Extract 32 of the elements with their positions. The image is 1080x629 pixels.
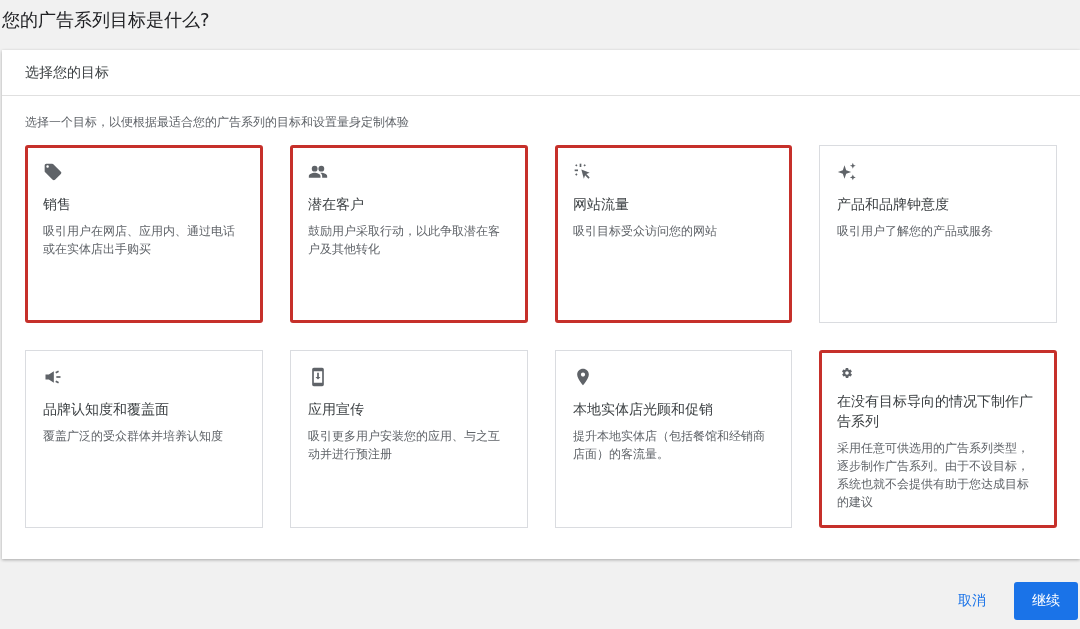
goal-card[interactable]: 在没有目标导向的情况下制作广告系列 采用任意可供选用的广告系列类型，逐步制作广告系列。由于不设目标，系统也就不会提供有助于您达成目标的建议 [819, 350, 1057, 528]
goal-card[interactable]: 潜在客户 鼓励用户采取行动，以此争取潜在客户及其他转化 [289, 145, 528, 323]
goal-title: 在没有目标导向的情况下制作广告系列 [837, 392, 1035, 431]
cancel-button[interactable]: 取消 [954, 584, 990, 618]
goal-card[interactable]: 本地实体店光顾和促销 提升本地实体店（包括餐馆和经销商店面）的客流量。 [554, 350, 793, 528]
tag-icon [43, 162, 63, 182]
goal-description: 采用任意可供选用的广告系列类型，逐步制作广告系列。由于不设目标，系统也就不会提供有助于您达成目标的建议 [837, 440, 1031, 511]
page-title: 您的广告系列目标是什么? [1, 8, 211, 32]
intro-text: 选择一个目标，以便根据最适合您的广告系列的目标和设置量身定制体验 [25, 114, 410, 131]
goal-card[interactable]: 品牌认知度和覆盖面 覆盖广泛的受众群体并培养认知度 [25, 350, 263, 528]
continue-button[interactable]: 继续 [1014, 582, 1078, 620]
goal-title: 销售 [43, 195, 71, 214]
goal-card[interactable]: 销售 吸引用户在网店、应用内、通过电话或在实体店出手购买 [25, 145, 263, 323]
goal-card[interactable]: 产品和品牌钟意度 吸引用户了解您的产品或服务 [819, 145, 1057, 323]
goal-description: 吸引用户了解您的产品或服务 [837, 223, 994, 240]
cursor-icon [572, 162, 593, 182]
goal-title: 本地实体店光顾和促销 [572, 400, 713, 419]
goal-description: 鼓励用户采取行动，以此争取潜在客户及其他转化 [307, 223, 501, 258]
goal-title: 潜在客户 [307, 195, 364, 214]
sparkles-icon [837, 162, 858, 182]
goal-description: 覆盖广泛的受众群体并培养认知度 [43, 428, 223, 445]
goal-title: 品牌认知度和覆盖面 [43, 400, 169, 419]
goal-description: 提升本地实体店（包括餐馆和经销商店面）的客流量。 [572, 428, 766, 463]
goal-card[interactable]: 应用宣传 吸引更多用户安装您的应用、与之互动并进行预注册 [289, 350, 528, 528]
goal-title: 应用宣传 [307, 400, 364, 419]
goal-description: 吸引更多用户安装您的应用、与之互动并进行预注册 [307, 428, 501, 463]
goal-card[interactable]: 网站流量 吸引目标受众访问您的网站 [554, 145, 793, 323]
goal-description: 吸引目标受众访问您的网站 [572, 223, 717, 240]
panel-header: 选择您的目标 [2, 50, 1080, 96]
goal-title: 网站流量 [572, 195, 629, 214]
goal-title: 产品和品牌钟意度 [837, 195, 950, 214]
goal-description: 吸引用户在网店、应用内、通过电话或在实体店出手购买 [43, 223, 236, 258]
